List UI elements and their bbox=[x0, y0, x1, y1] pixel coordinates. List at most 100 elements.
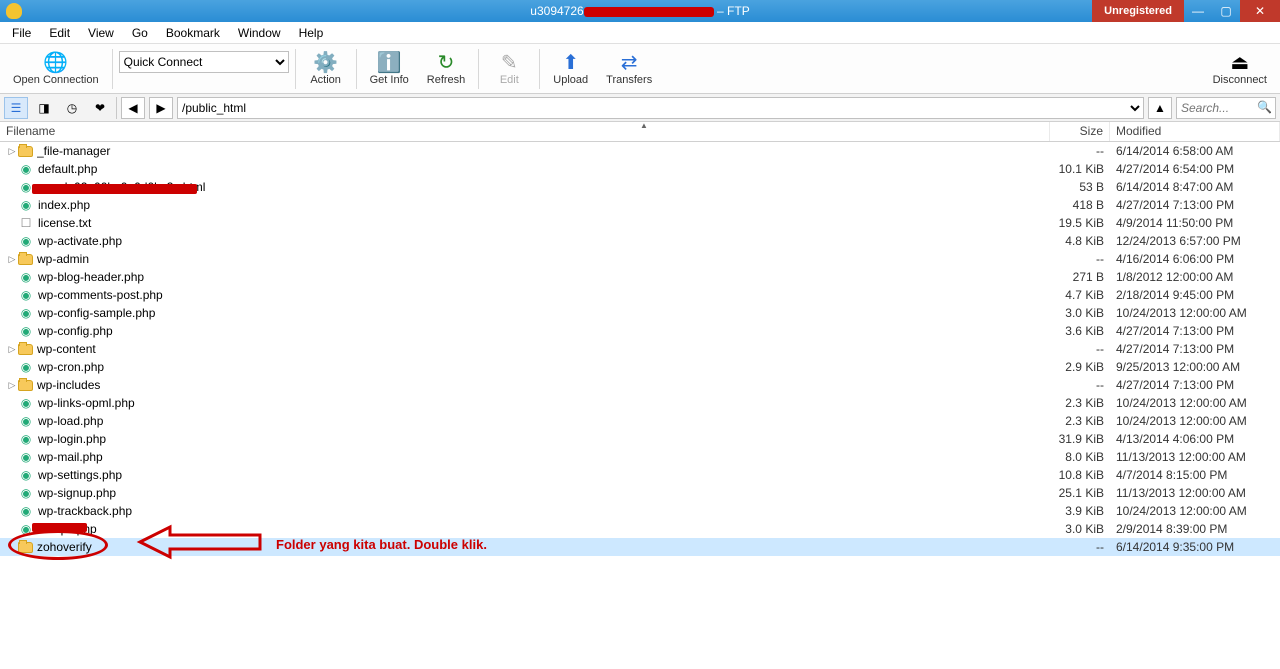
file-row[interactable]: ◉wp-links-opml.php2.3 KiB10/24/2013 12:0… bbox=[0, 394, 1280, 412]
file-modified: 10/24/2013 12:00:00 AM bbox=[1110, 414, 1280, 428]
file-name: license.txt bbox=[38, 216, 1050, 230]
file-row[interactable]: ◉wp-login.php31.9 KiB4/13/2014 4:06:00 P… bbox=[0, 430, 1280, 448]
file-name: wp-mail.php bbox=[38, 450, 1050, 464]
file-modified: 1/8/2012 12:00:00 AM bbox=[1110, 270, 1280, 284]
file-modified: 6/14/2014 9:35:00 PM bbox=[1110, 540, 1280, 554]
file-size: -- bbox=[1050, 540, 1110, 554]
open-connection-button[interactable]: 🌐 Open Connection bbox=[6, 46, 106, 92]
file-modified: 4/7/2014 8:15:00 PM bbox=[1110, 468, 1280, 482]
menu-file[interactable]: File bbox=[4, 24, 39, 42]
getinfo-button[interactable]: ℹ️ Get Info bbox=[363, 46, 416, 92]
file-modified: 11/13/2013 12:00:00 AM bbox=[1110, 450, 1280, 464]
file-row[interactable]: ◉index.php418 B4/27/2014 7:13:00 PM bbox=[0, 196, 1280, 214]
file-size: 2.3 KiB bbox=[1050, 414, 1110, 428]
file-modified: 10/24/2013 12:00:00 AM bbox=[1110, 396, 1280, 410]
file-list: ▷_file-manager--6/14/2014 6:58:00 AM◉def… bbox=[0, 142, 1280, 642]
file-size: 4.7 KiB bbox=[1050, 288, 1110, 302]
open-connection-label: Open Connection bbox=[13, 74, 99, 86]
file-row[interactable]: ◉wp-settings.php10.8 KiB4/7/2014 8:15:00… bbox=[0, 466, 1280, 484]
history-button[interactable]: ◷ bbox=[60, 97, 84, 119]
sort-indicator: ▲ bbox=[640, 121, 648, 130]
file-row[interactable]: ◉wp-signup.php25.1 KiB11/13/2013 12:00:0… bbox=[0, 484, 1280, 502]
folder-icon bbox=[18, 344, 33, 355]
upload-label: Upload bbox=[553, 74, 588, 86]
nav-bar: ☰ ◨ ◷ ❤ ◀ ▶ /public_html ▲ 🔍 bbox=[0, 94, 1280, 122]
file-row[interactable]: ◉google02a00ba0a0d0bc3c.html53 B6/14/201… bbox=[0, 178, 1280, 196]
folder-icon bbox=[18, 380, 33, 391]
path-select[interactable]: /public_html bbox=[177, 97, 1144, 119]
col-filename[interactable]: Filename bbox=[0, 122, 1050, 141]
disconnect-button[interactable]: ⏏ Disconnect bbox=[1206, 46, 1274, 92]
eject-icon: ⏏ bbox=[1230, 52, 1249, 74]
php-file-icon: ◉ bbox=[18, 161, 34, 177]
maximize-button[interactable]: ▢ bbox=[1212, 0, 1240, 22]
menu-window[interactable]: Window bbox=[230, 24, 289, 42]
folder-row[interactable]: ▷wp-admin--4/16/2014 6:06:00 PM bbox=[0, 250, 1280, 268]
file-row[interactable]: ◉default.php10.1 KiB4/27/2014 6:54:00 PM bbox=[0, 160, 1280, 178]
forward-button[interactable]: ▶ bbox=[149, 97, 173, 119]
menu-view[interactable]: View bbox=[80, 24, 122, 42]
file-row[interactable]: ☐license.txt19.5 KiB4/9/2014 11:50:00 PM bbox=[0, 214, 1280, 232]
refresh-button[interactable]: ↻ Refresh bbox=[420, 46, 473, 92]
action-label: Action bbox=[310, 74, 341, 86]
menu-bookmark[interactable]: Bookmark bbox=[158, 24, 228, 42]
file-row[interactable]: ◉xmlrpc.php3.0 KiB2/9/2014 8:39:00 PM bbox=[0, 520, 1280, 538]
col-size[interactable]: Size bbox=[1050, 122, 1110, 141]
view-outline-button[interactable]: ◨ bbox=[32, 97, 56, 119]
folder-row[interactable]: ▷wp-includes--4/27/2014 7:13:00 PM bbox=[0, 376, 1280, 394]
file-size: -- bbox=[1050, 252, 1110, 266]
col-modified[interactable]: Modified bbox=[1110, 122, 1280, 141]
expand-toggle[interactable]: ▷ bbox=[6, 146, 18, 157]
file-modified: 4/16/2014 6:06:00 PM bbox=[1110, 252, 1280, 266]
file-modified: 2/9/2014 8:39:00 PM bbox=[1110, 522, 1280, 536]
file-size: 3.9 KiB bbox=[1050, 504, 1110, 518]
folder-icon bbox=[18, 146, 33, 157]
file-size: 19.5 KiB bbox=[1050, 216, 1110, 230]
menu-go[interactable]: Go bbox=[124, 24, 156, 42]
quick-connect-select[interactable]: Quick Connect bbox=[119, 51, 289, 73]
file-row[interactable]: ◉wp-load.php2.3 KiB10/24/2013 12:00:00 A… bbox=[0, 412, 1280, 430]
menu-help[interactable]: Help bbox=[291, 24, 332, 42]
file-size: 4.8 KiB bbox=[1050, 234, 1110, 248]
file-row[interactable]: ◉wp-comments-post.php4.7 KiB2/18/2014 9:… bbox=[0, 286, 1280, 304]
view-list-button[interactable]: ☰ bbox=[4, 97, 28, 119]
file-name: wp-blog-header.php bbox=[38, 270, 1050, 284]
menu-bar: FileEditViewGoBookmarkWindowHelp bbox=[0, 22, 1280, 44]
bookmark-dd-button[interactable]: ❤ bbox=[88, 97, 112, 119]
file-modified: 10/24/2013 12:00:00 AM bbox=[1110, 306, 1280, 320]
file-row[interactable]: ◉wp-config-sample.php3.0 KiB10/24/2013 1… bbox=[0, 304, 1280, 322]
close-button[interactable]: ✕ bbox=[1240, 0, 1280, 22]
menu-edit[interactable]: Edit bbox=[41, 24, 78, 42]
file-row[interactable]: ◉wp-activate.php4.8 KiB12/24/2013 6:57:0… bbox=[0, 232, 1280, 250]
expand-toggle[interactable]: ▷ bbox=[6, 380, 18, 391]
php-file-icon: ◉ bbox=[18, 431, 34, 447]
edit-button[interactable]: ✎ Edit bbox=[485, 46, 533, 92]
redaction bbox=[584, 7, 714, 17]
transfers-icon: ⇄ bbox=[621, 52, 638, 74]
separator bbox=[295, 49, 296, 89]
file-row[interactable]: ◉wp-blog-header.php271 B1/8/2012 12:00:0… bbox=[0, 268, 1280, 286]
folder-row[interactable]: ▷wp-content--4/27/2014 7:13:00 PM bbox=[0, 340, 1280, 358]
file-modified: 4/13/2014 4:06:00 PM bbox=[1110, 432, 1280, 446]
file-row[interactable]: ◉wp-trackback.php3.9 KiB10/24/2013 12:00… bbox=[0, 502, 1280, 520]
file-modified: 4/27/2014 7:13:00 PM bbox=[1110, 378, 1280, 392]
folder-icon bbox=[18, 254, 33, 265]
search-input[interactable] bbox=[1176, 97, 1276, 119]
expand-toggle[interactable]: ▷ bbox=[6, 344, 18, 355]
transfers-button[interactable]: ⇄ Transfers bbox=[599, 46, 659, 92]
folder-row[interactable]: ▷_file-manager--6/14/2014 6:58:00 AM bbox=[0, 142, 1280, 160]
file-name: wp-content bbox=[37, 342, 1050, 356]
up-button[interactable]: ▲ bbox=[1148, 97, 1172, 119]
expand-toggle[interactable]: ▷ bbox=[6, 254, 18, 265]
action-button[interactable]: ⚙️ Action bbox=[302, 46, 350, 92]
back-button[interactable]: ◀ bbox=[121, 97, 145, 119]
file-row[interactable]: ◉wp-mail.php8.0 KiB11/13/2013 12:00:00 A… bbox=[0, 448, 1280, 466]
upload-button[interactable]: ⬆ Upload bbox=[546, 46, 595, 92]
file-name: _file-manager bbox=[37, 144, 1050, 158]
file-row[interactable]: ◉wp-cron.php2.9 KiB9/25/2013 12:00:00 AM bbox=[0, 358, 1280, 376]
minimize-button[interactable]: ― bbox=[1184, 0, 1212, 22]
file-size: 418 B bbox=[1050, 198, 1110, 212]
separator bbox=[356, 49, 357, 89]
file-row[interactable]: ◉wp-config.php3.6 KiB4/27/2014 7:13:00 P… bbox=[0, 322, 1280, 340]
folder-row[interactable]: zohoverify--6/14/2014 9:35:00 PM bbox=[0, 538, 1280, 556]
